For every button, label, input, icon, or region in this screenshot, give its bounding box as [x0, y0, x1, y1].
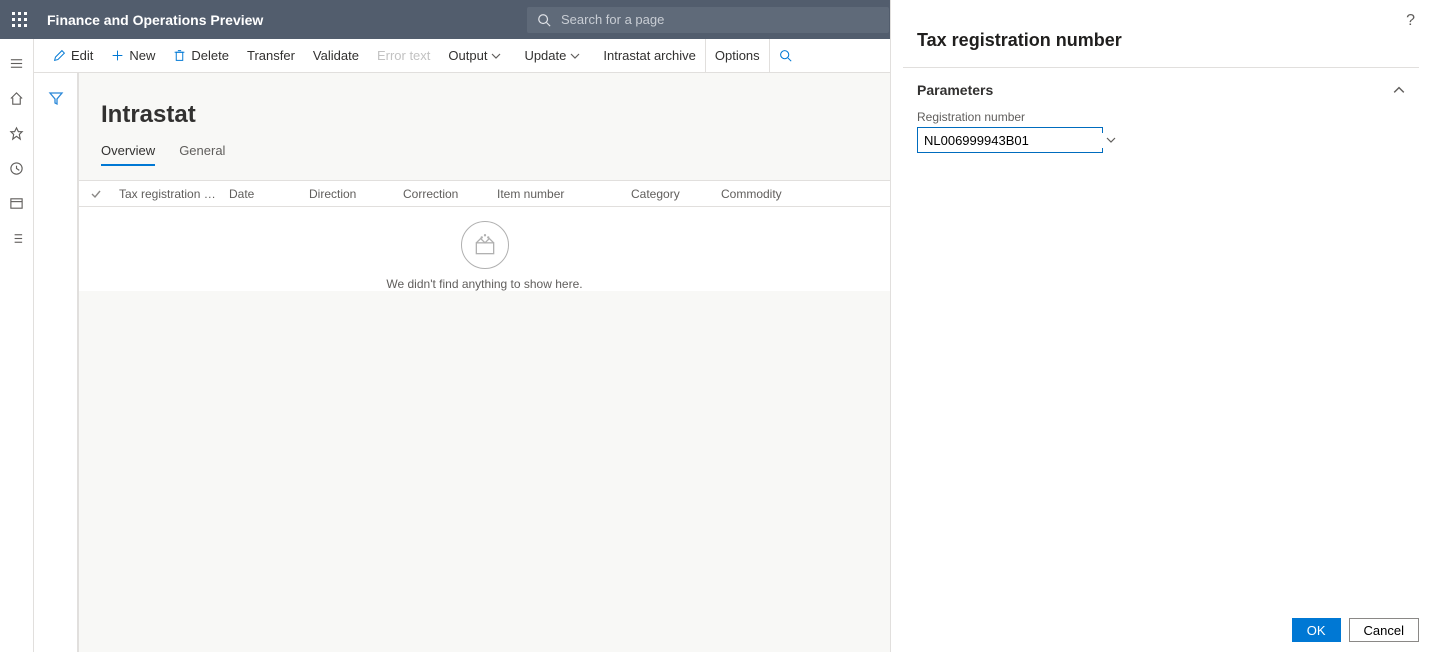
col-tax-registration[interactable]: Tax registration num... [113, 187, 223, 201]
validate-label: Validate [313, 48, 359, 63]
search-box[interactable] [527, 7, 889, 33]
ok-button[interactable]: OK [1292, 618, 1341, 642]
find-button[interactable] [769, 39, 806, 72]
transfer-label: Transfer [247, 48, 295, 63]
registration-number-label: Registration number [917, 110, 1405, 124]
data-grid: Tax registration num... Date Direction C… [79, 180, 890, 291]
modules-icon[interactable] [9, 231, 24, 246]
clock-icon[interactable] [9, 161, 24, 176]
update-menu[interactable]: Update [515, 39, 594, 72]
help-icon[interactable]: ? [1406, 12, 1415, 30]
validate-button[interactable]: Validate [304, 39, 368, 72]
hamburger-icon[interactable] [9, 56, 24, 71]
edit-button[interactable]: Edit [44, 39, 102, 72]
panel-title: Tax registration number [891, 0, 1431, 67]
filter-rail [34, 73, 78, 652]
new-label: New [129, 48, 155, 63]
tabs: Overview General [101, 143, 890, 166]
main-content: Intrastat Overview General Tax registrat… [78, 73, 890, 652]
registration-number-field: Registration number [891, 98, 1431, 153]
grid-header: Tax registration num... Date Direction C… [79, 181, 890, 207]
checkmark-icon [90, 188, 102, 200]
error-text-button: Error text [368, 39, 439, 72]
transfer-button[interactable]: Transfer [238, 39, 304, 72]
search-icon [779, 49, 792, 62]
tab-general[interactable]: General [179, 143, 225, 166]
empty-state-icon [461, 221, 509, 269]
col-correction[interactable]: Correction [397, 187, 491, 201]
parameters-label: Parameters [917, 82, 993, 98]
empty-state-text: We didn't find anything to show here. [386, 277, 582, 291]
options-label: Options [715, 48, 760, 63]
chevron-down-icon [491, 51, 501, 61]
cancel-button[interactable]: Cancel [1349, 618, 1419, 642]
output-label: Output [448, 48, 487, 63]
search-icon [527, 13, 561, 27]
edit-label: Edit [71, 48, 93, 63]
options-button[interactable]: Options [705, 39, 769, 72]
left-rail [0, 39, 34, 652]
chevron-down-icon[interactable] [1106, 135, 1116, 145]
panel-footer: OK Cancel [891, 608, 1431, 652]
home-icon[interactable] [9, 91, 24, 106]
chevron-up-icon [1393, 84, 1405, 96]
col-item-number[interactable]: Item number [491, 187, 625, 201]
side-panel: ? Tax registration number Parameters Reg… [890, 0, 1431, 652]
filter-icon[interactable] [48, 90, 64, 106]
error-text-label: Error text [377, 48, 430, 63]
col-category[interactable]: Category [625, 187, 715, 201]
page-title: Intrastat [101, 101, 890, 129]
intrastat-archive-label: Intrastat archive [603, 48, 696, 63]
select-all-checkbox[interactable] [79, 188, 113, 200]
col-date[interactable]: Date [223, 187, 303, 201]
chevron-down-icon [570, 51, 580, 61]
col-direction[interactable]: Direction [303, 187, 397, 201]
registration-number-combo[interactable] [917, 127, 1103, 153]
app-title: Finance and Operations Preview [47, 12, 263, 28]
star-icon[interactable] [9, 126, 24, 141]
parameters-section-header[interactable]: Parameters [891, 68, 1431, 98]
update-label: Update [524, 48, 566, 63]
tab-overview[interactable]: Overview [101, 143, 155, 166]
output-menu[interactable]: Output [439, 39, 515, 72]
delete-label: Delete [191, 48, 229, 63]
registration-number-input[interactable] [918, 133, 1106, 148]
col-commodity[interactable]: Commodity [715, 187, 815, 201]
new-button[interactable]: New [102, 39, 164, 72]
grid-empty-state: We didn't find anything to show here. [79, 207, 890, 291]
intrastat-archive-button[interactable]: Intrastat archive [594, 39, 705, 72]
delete-button[interactable]: Delete [164, 39, 238, 72]
search-input[interactable] [561, 12, 889, 27]
app-launcher-icon[interactable] [0, 12, 39, 27]
workspace-icon[interactable] [9, 196, 24, 211]
